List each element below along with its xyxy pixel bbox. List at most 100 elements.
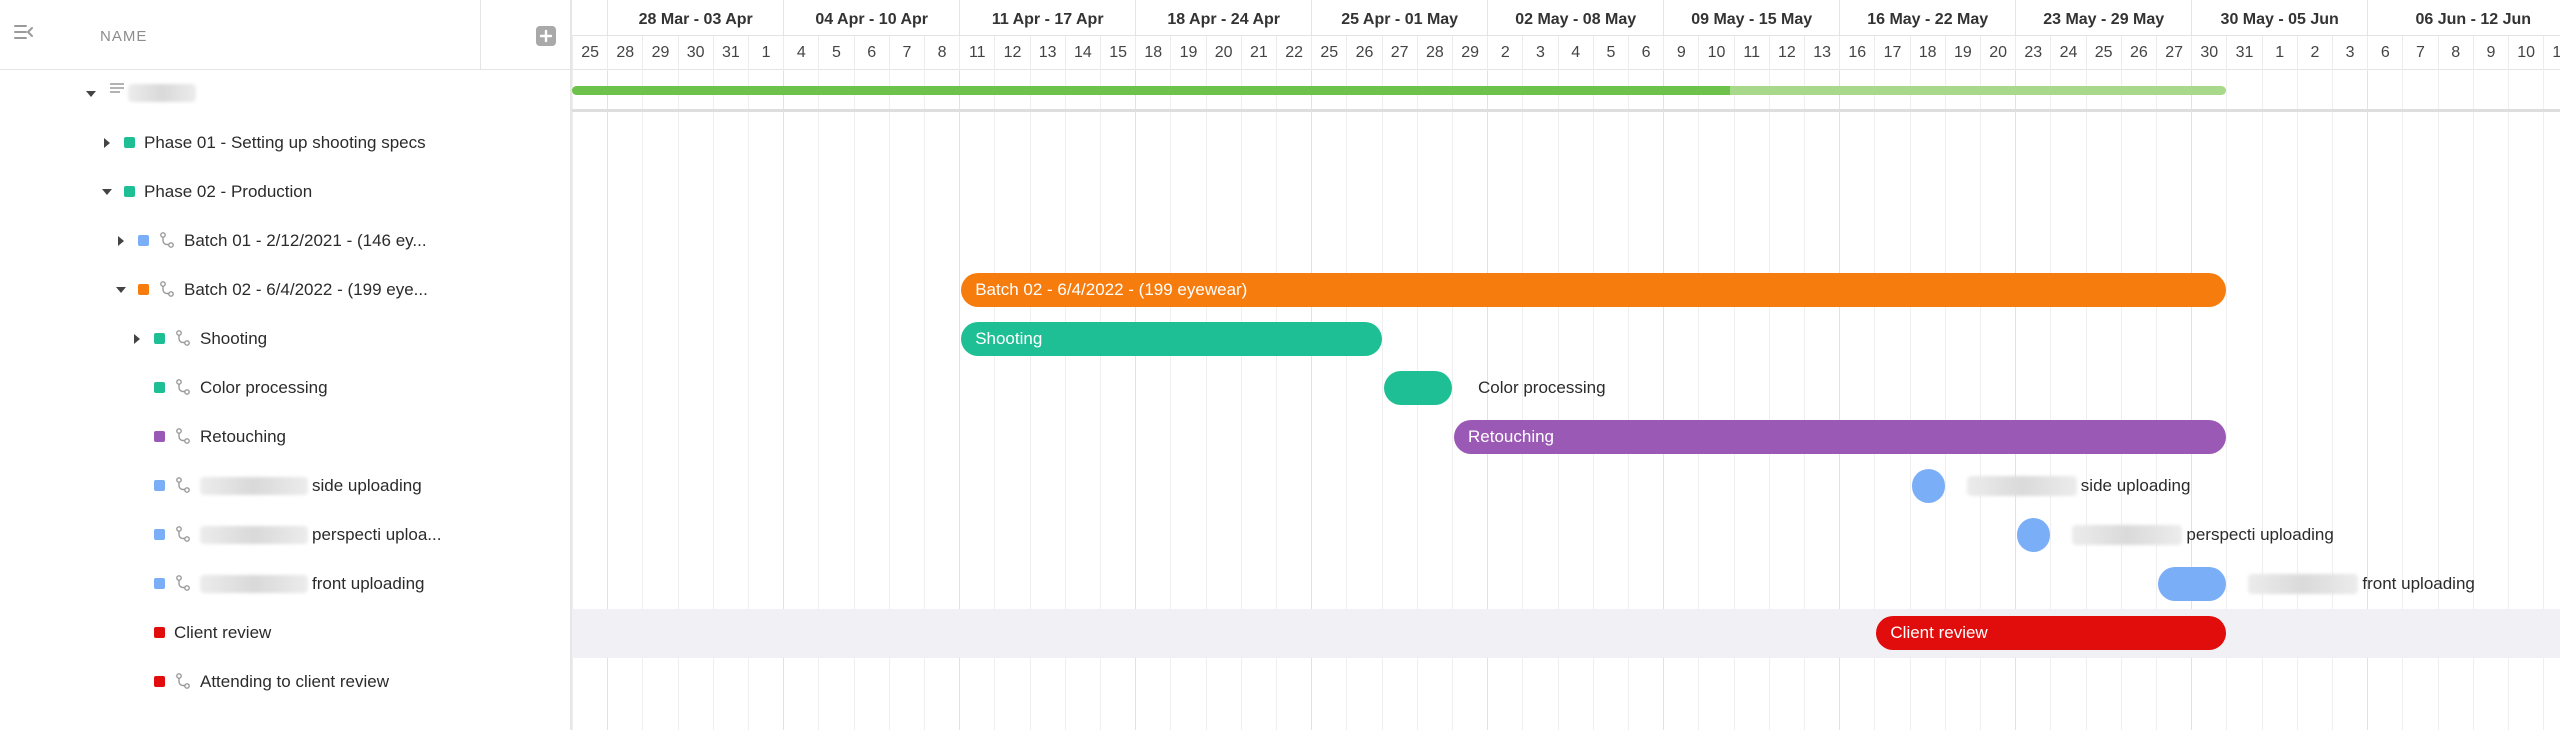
bar-label: Color processing [1478, 378, 1606, 397]
side-uploading-bar[interactable] [1911, 469, 1945, 503]
day-header: 6 [1628, 36, 1663, 70]
task-row[interactable]: side uploading [0, 462, 572, 511]
task-row[interactable]: Batch 02 - 6/4/2022 - (199 eye... [0, 266, 572, 315]
task-row[interactable] [0, 70, 572, 119]
task-name[interactable]: front uploading [312, 574, 424, 594]
week-header: 11 Apr - 17 Apr [959, 0, 1135, 36]
redacted-text [200, 526, 308, 544]
day-header: 26 [2120, 36, 2156, 70]
day-header-row: 25 28 29 30 31 1 4 5 6 7 8 11 12 13 14 15 18 19 20 21 22 25 26… [572, 36, 2560, 70]
caret-down-icon[interactable] [100, 185, 114, 199]
caret-right-icon[interactable] [114, 234, 128, 248]
status-color-square [154, 578, 165, 589]
day-header: 1 [748, 36, 783, 70]
status-color-square [124, 137, 135, 148]
day-header: 30 [2191, 36, 2226, 70]
column-divider [480, 0, 481, 70]
week-header: 25 Apr - 01 May [1311, 0, 1487, 36]
dependency-icon [160, 232, 174, 248]
day-header: 13 [2543, 36, 2560, 70]
batch-02-bar[interactable]: Batch 02 - 6/4/2022 - (199 eyewear) [961, 273, 2227, 307]
caret-right-icon[interactable] [100, 136, 114, 150]
week-header: 18 Apr - 24 Apr [1135, 0, 1311, 36]
task-name[interactable]: Attending to client review [200, 672, 389, 692]
status-color-square [154, 333, 165, 344]
retouching-bar[interactable]: Retouching [1454, 420, 2227, 454]
caret-down-icon[interactable] [114, 283, 128, 297]
task-name[interactable]: side uploading [312, 476, 422, 496]
day-header: 24 [2050, 36, 2085, 70]
shooting-bar[interactable]: Shooting [961, 322, 1382, 356]
day-header: 11 [959, 36, 994, 70]
task-name[interactable]: Batch 02 - 6/4/2022 - (199 eye... [184, 280, 428, 300]
status-color-square [154, 431, 165, 442]
day-header: 21 [1240, 36, 1276, 70]
task-row[interactable]: Batch 01 - 2/12/2021 - (146 ey... [0, 217, 572, 266]
list-icon [110, 83, 124, 93]
perspecti-uploading-bar[interactable] [2017, 518, 2051, 552]
bar-label: Batch 02 - 6/4/2022 - (199 eyewear) [975, 280, 1248, 299]
week-header: 16 May - 22 May [1839, 0, 2015, 36]
day-header: 8 [2437, 36, 2473, 70]
redacted-text [2072, 525, 2183, 545]
task-row[interactable]: Phase 02 - Production [0, 168, 572, 217]
day-header: 26 [1346, 36, 1381, 70]
day-header: 1 [2261, 36, 2297, 70]
collapse-sidebar-icon[interactable] [12, 20, 36, 44]
week-header: 09 May - 15 May [1663, 0, 1839, 36]
task-name[interactable]: Shooting [200, 329, 267, 349]
client-review-bar[interactable]: Client review [1876, 616, 2227, 650]
task-name[interactable]: Phase 01 - Setting up shooting specs [144, 133, 426, 153]
task-name[interactable]: Color processing [200, 378, 328, 398]
redacted-text [1966, 476, 2077, 496]
name-column-header[interactable]: NAME [100, 28, 147, 45]
color-processing-bar[interactable] [1383, 371, 1452, 405]
task-row[interactable]: front uploading [0, 560, 572, 609]
task-row[interactable]: perspecti uploa... [0, 511, 572, 560]
day-header: 5 [1592, 36, 1628, 70]
day-header: 4 [783, 36, 818, 70]
task-name[interactable]: perspecti uploa... [312, 525, 441, 545]
day-header: 29 [642, 36, 677, 70]
task-name[interactable]: Client review [174, 623, 271, 643]
task-name[interactable]: Batch 01 - 2/12/2021 - (146 ey... [184, 231, 427, 251]
day-header: 12 [1768, 36, 1804, 70]
task-name[interactable]: Phase 02 - Production [144, 182, 312, 202]
status-color-square [124, 186, 135, 197]
status-color-square [154, 627, 165, 638]
task-row[interactable]: Phase 01 - Setting up shooting specs [0, 119, 572, 168]
hovered-row-highlight [572, 609, 2560, 658]
day-header: 13 [1804, 36, 1839, 70]
day-header: 3 [2332, 36, 2367, 70]
day-header: 25 [1311, 36, 1346, 70]
dependency-icon [176, 526, 190, 542]
day-header: 13 [1029, 36, 1065, 70]
day-header: 27 [2156, 36, 2191, 70]
day-header: 22 [1276, 36, 1311, 70]
caret-down-icon[interactable] [84, 87, 98, 101]
task-row[interactable]: Color processing [0, 364, 572, 413]
day-header: 14 [1064, 36, 1100, 70]
front-uploading-bar[interactable] [2158, 567, 2227, 601]
day-header: 20 [1205, 36, 1241, 70]
bar-label: front uploading [2362, 574, 2475, 593]
day-header: 19 [1170, 36, 1205, 70]
dependency-icon [176, 428, 190, 444]
dependency-icon [176, 477, 190, 493]
task-row[interactable]: Retouching [0, 413, 572, 462]
task-name[interactable]: Retouching [200, 427, 286, 447]
bar-label: perspecti uploading [2186, 525, 2334, 544]
dependency-icon [160, 281, 174, 297]
task-row[interactable]: Client review [0, 609, 572, 658]
add-column-icon[interactable] [536, 26, 556, 46]
redacted-text [2248, 574, 2359, 594]
day-header: 29 [1452, 36, 1487, 70]
progress-fill [572, 86, 1731, 95]
week-header: 02 May - 08 May [1487, 0, 1663, 36]
task-row[interactable]: Attending to client review [0, 658, 572, 707]
day-header: 17 [1874, 36, 1909, 70]
dependency-icon [176, 330, 190, 346]
day-header: 4 [1557, 36, 1593, 70]
caret-right-icon[interactable] [130, 332, 144, 346]
task-row[interactable]: Shooting [0, 315, 572, 364]
